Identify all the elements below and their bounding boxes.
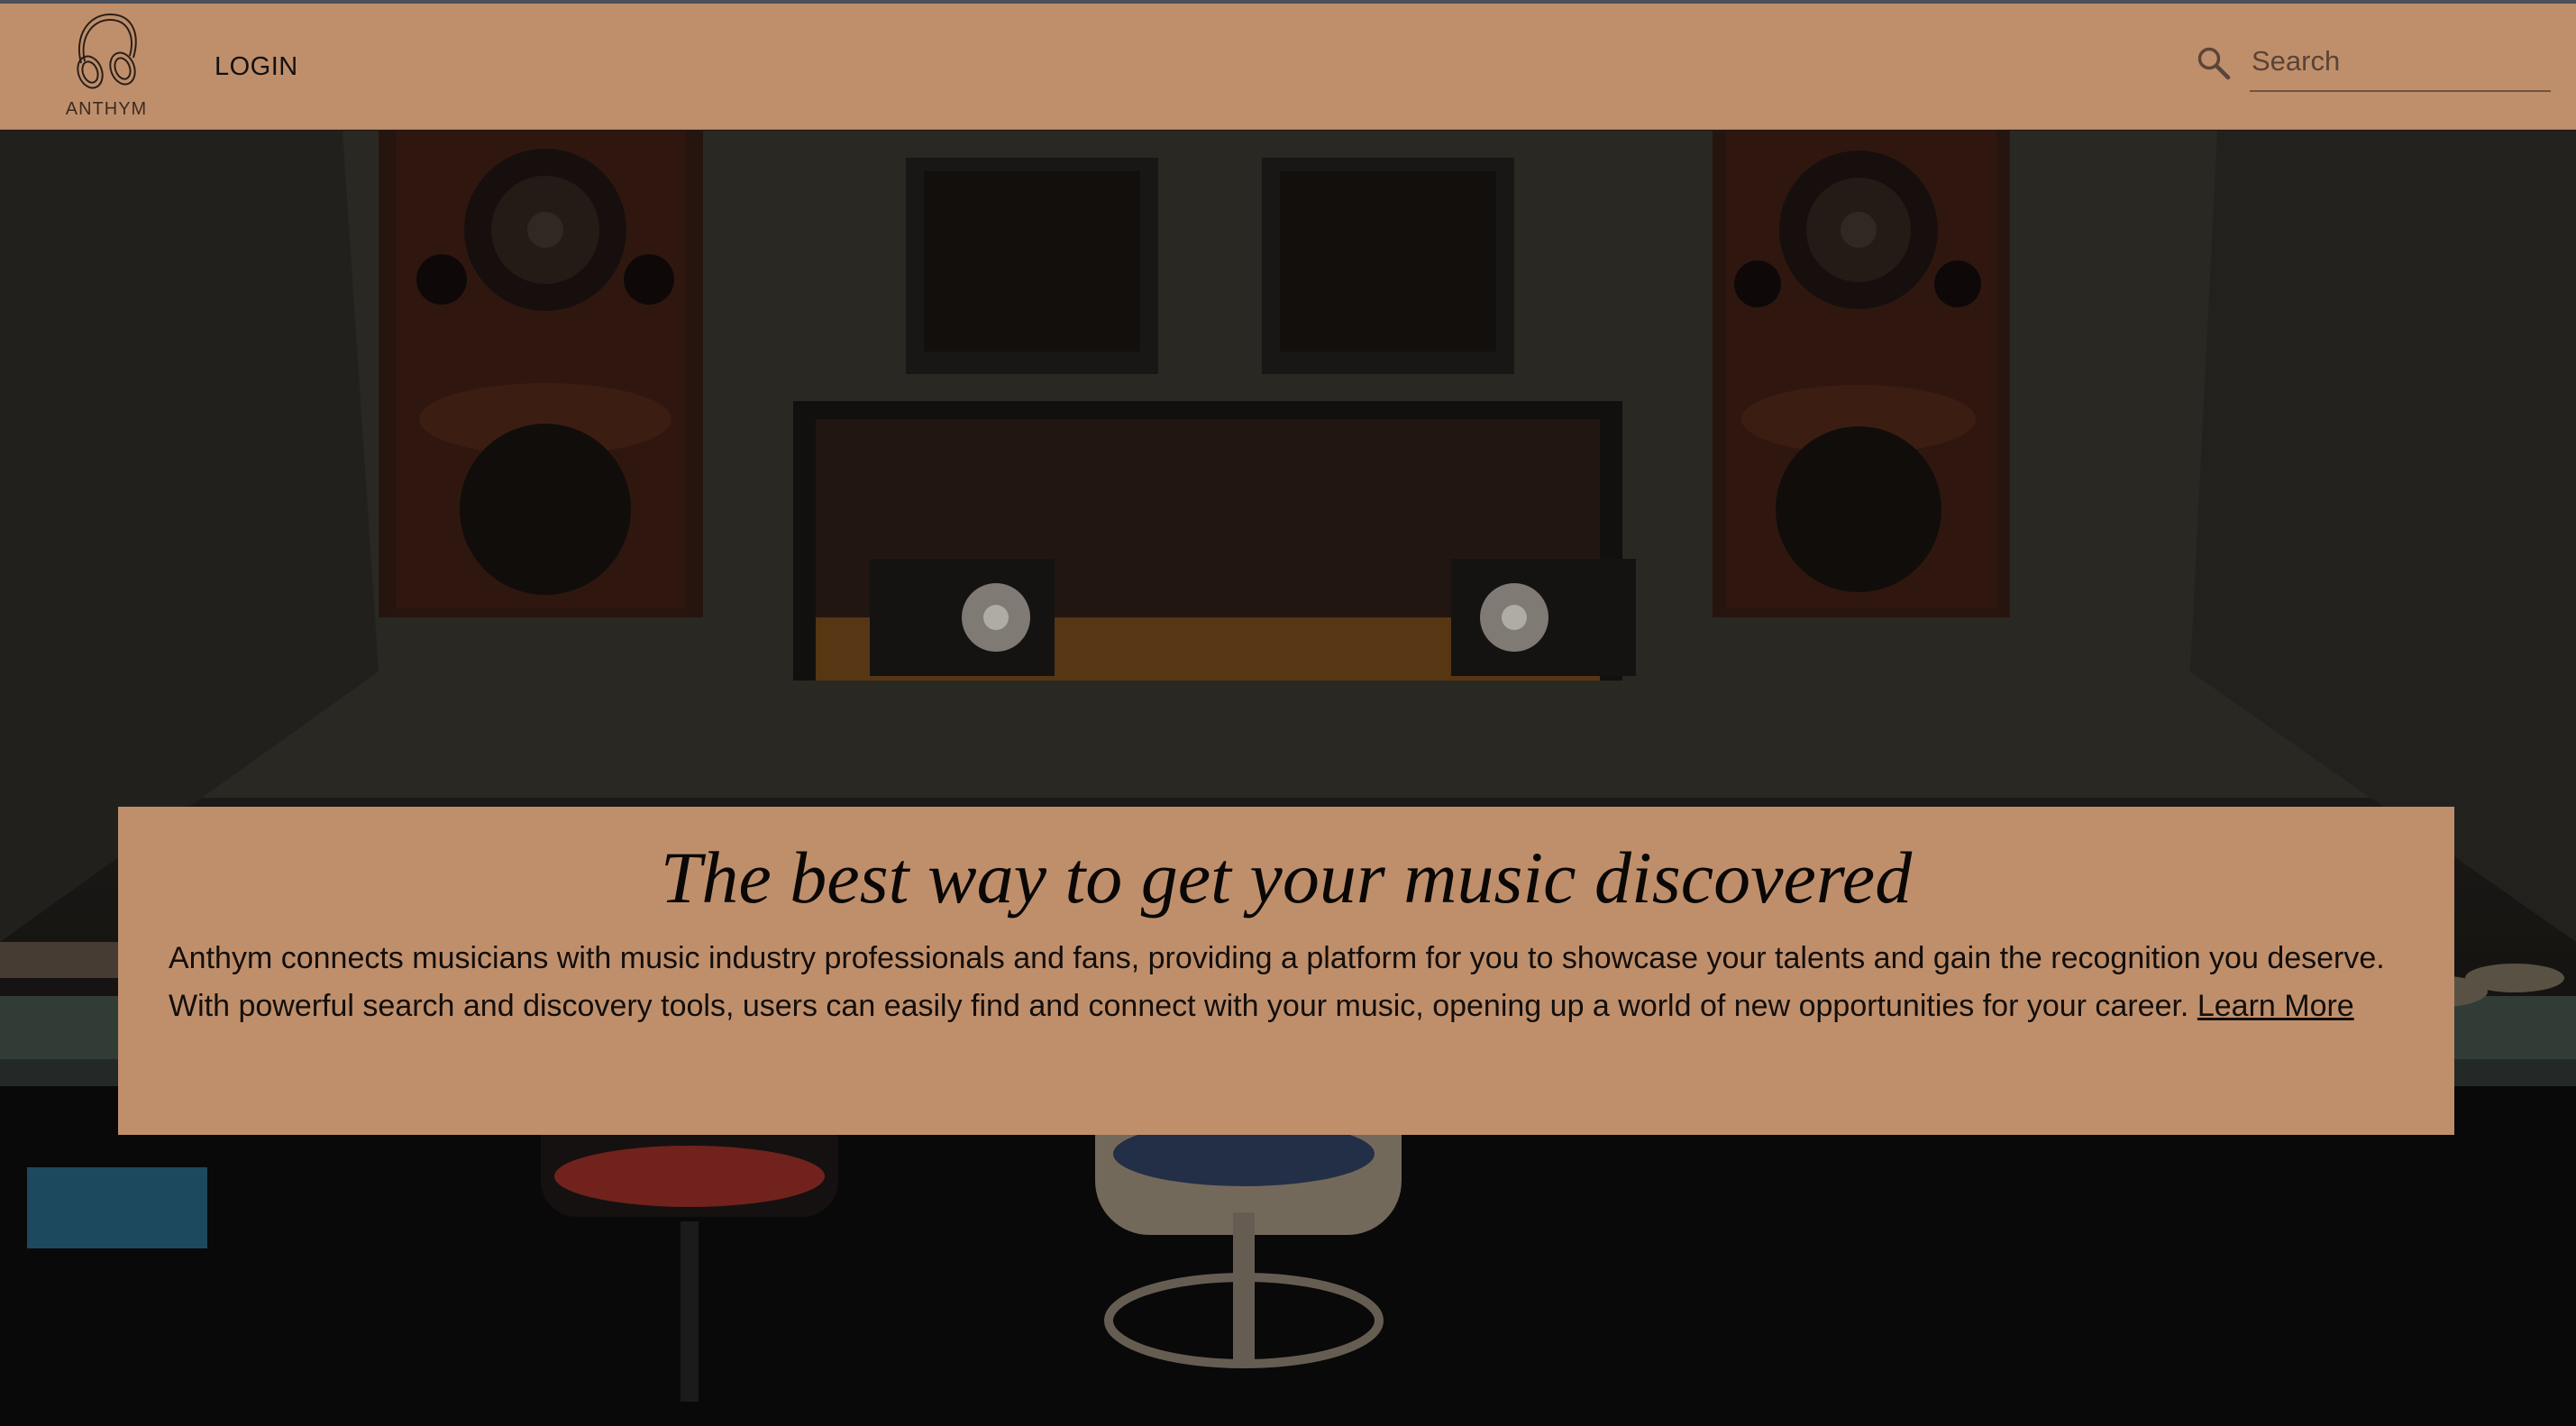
hero-description: Anthym connects musicians with music ind…	[169, 935, 2422, 1030]
hero-card: The best way to get your music discovere…	[118, 807, 2454, 1135]
search-input[interactable]	[2250, 38, 2551, 92]
recording-studio-background	[0, 131, 2576, 1426]
headphones-icon	[77, 13, 137, 89]
hero-section: The best way to get your music discovere…	[0, 131, 2576, 1426]
brand-name: ANTHYM	[65, 99, 148, 119]
hero-title: The best way to get your music discovere…	[660, 836, 1913, 919]
navbar: ANTHYM LOGIN	[0, 4, 2576, 130]
brand-logo[interactable]: ANTHYM	[52, 9, 160, 121]
search-icon[interactable]	[2196, 45, 2232, 81]
learn-more-link[interactable]: Learn More	[2197, 989, 2354, 1023]
hero-description-text: Anthym connects musicians with music ind…	[169, 941, 2385, 1023]
login-link[interactable]: LOGIN	[215, 52, 298, 82]
